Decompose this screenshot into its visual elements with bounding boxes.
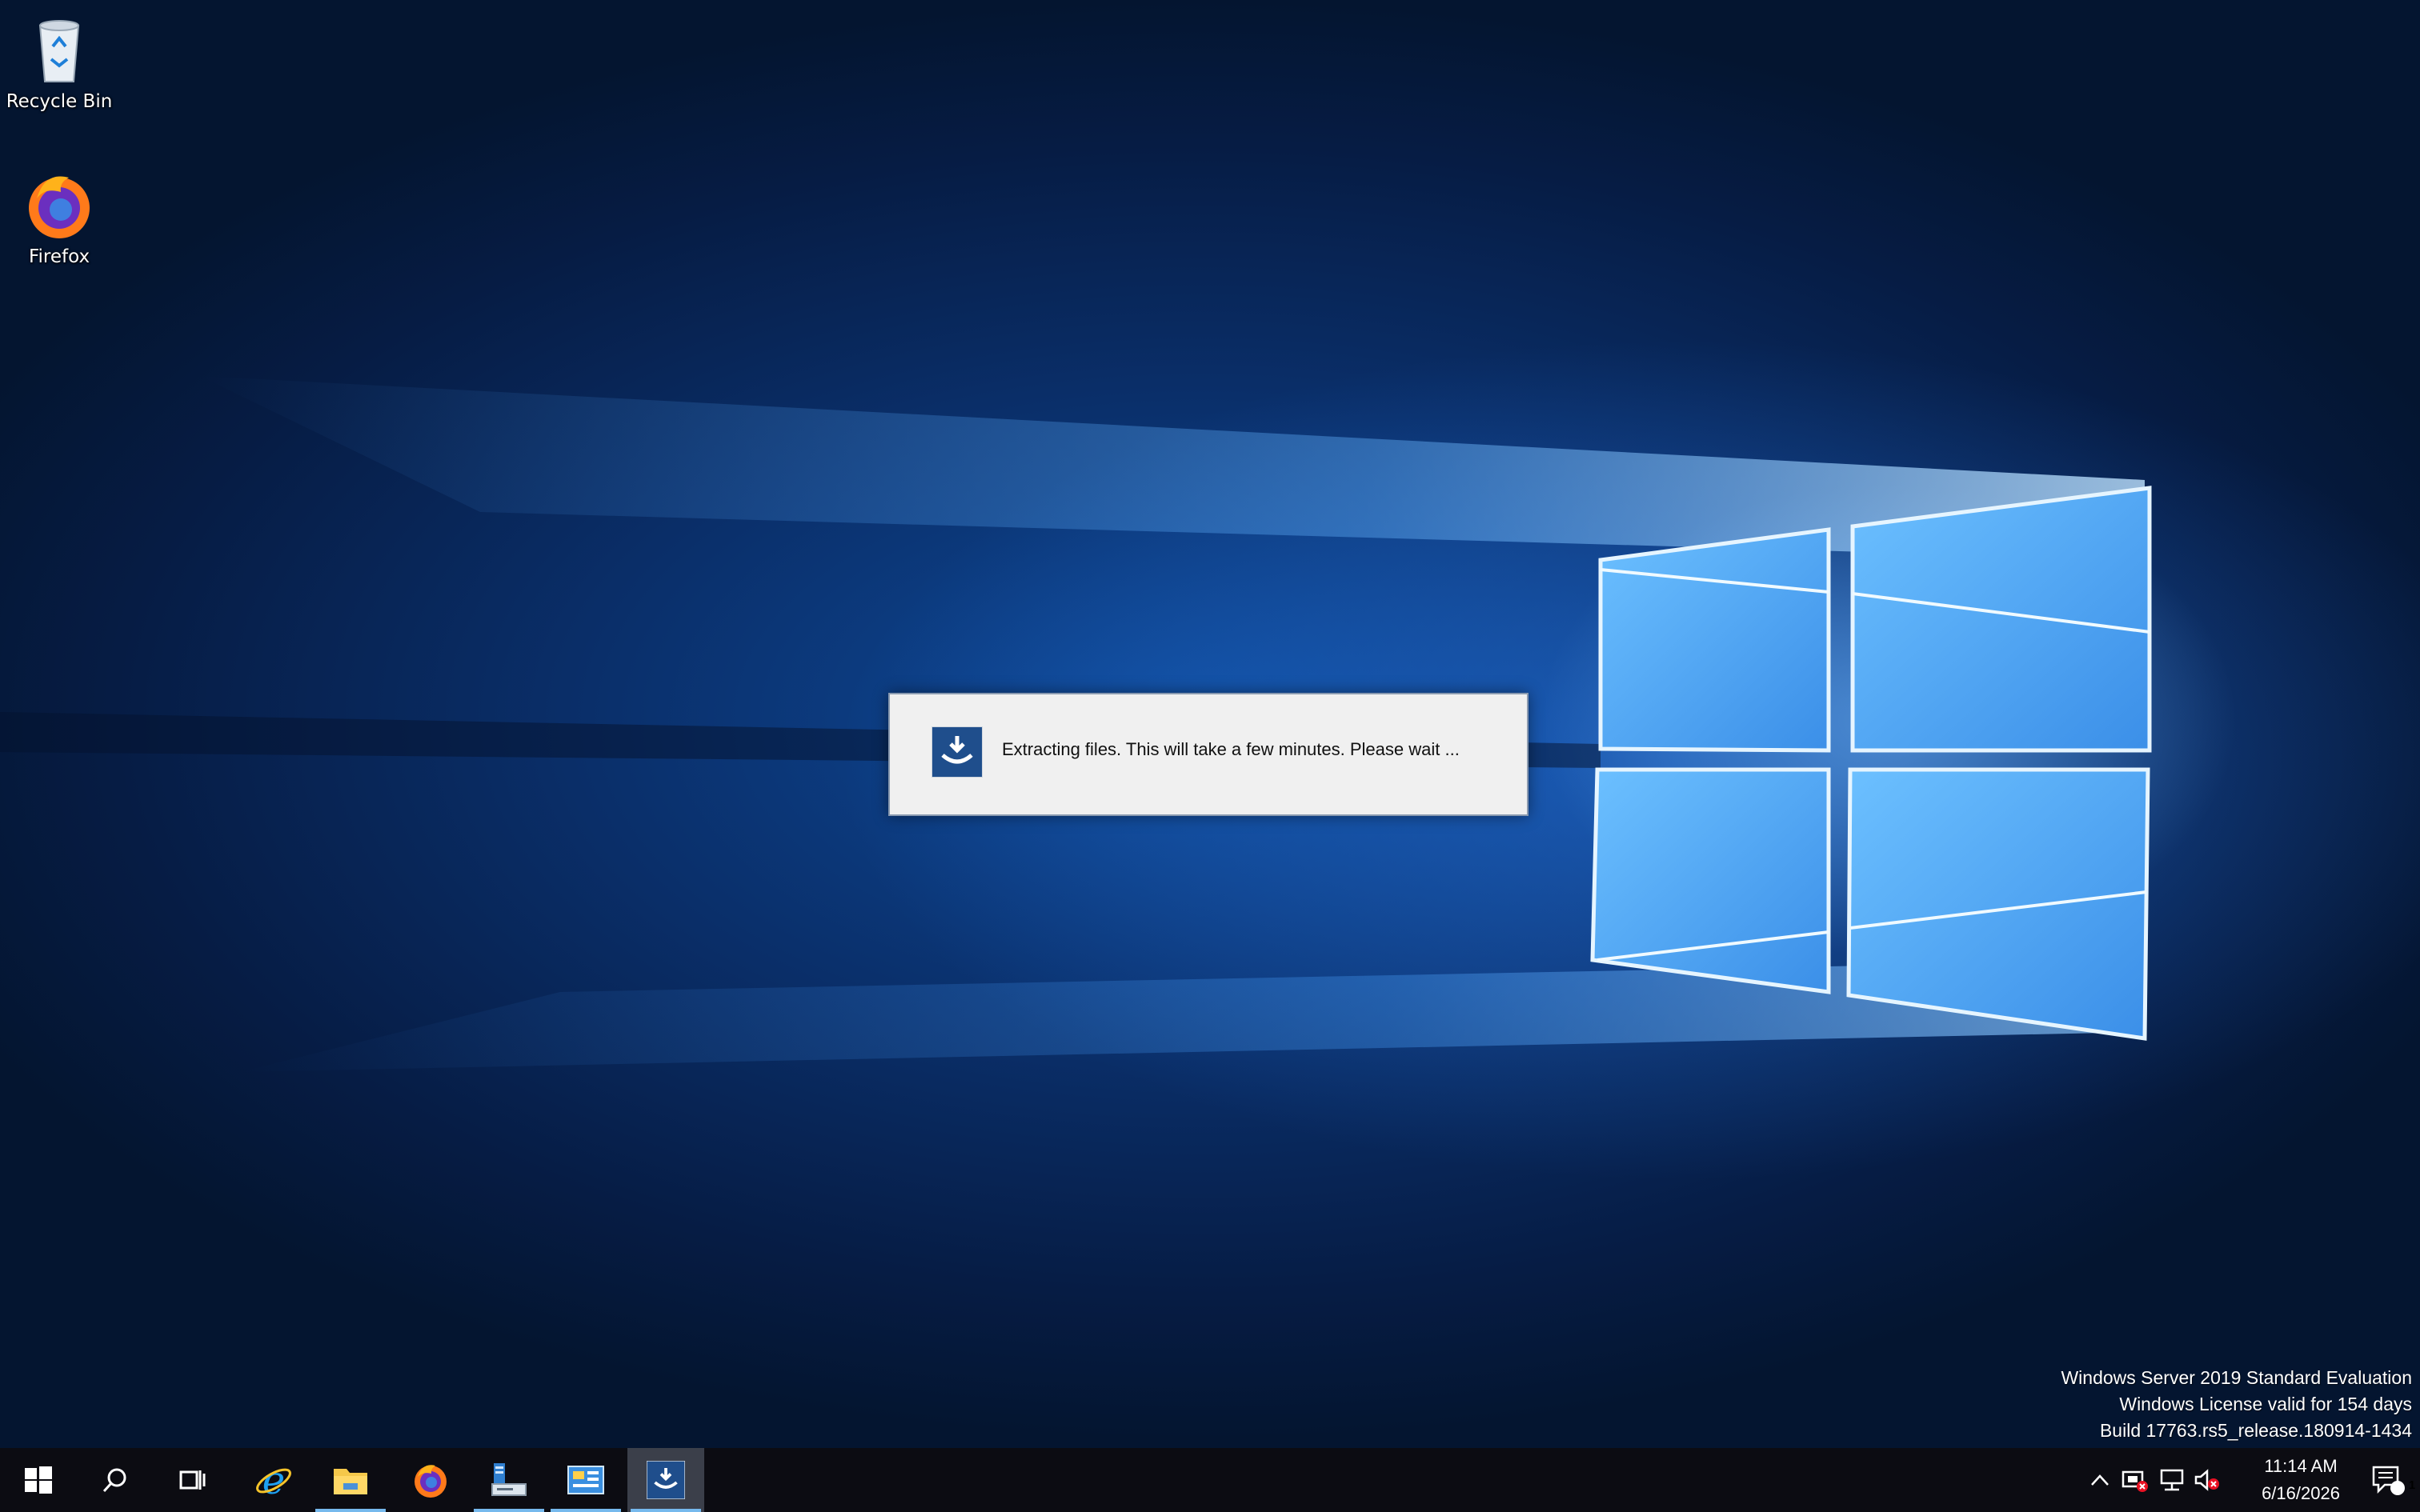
search-icon bbox=[102, 1468, 126, 1493]
tray-show-hidden-button[interactable] bbox=[2084, 1448, 2116, 1512]
taskbar-installer[interactable] bbox=[627, 1448, 704, 1512]
server-manager-icon bbox=[491, 1463, 527, 1496]
windows-logo-icon bbox=[25, 1466, 52, 1494]
taskbar-server-manager[interactable] bbox=[471, 1448, 547, 1512]
tray-volume-button[interactable] bbox=[2191, 1448, 2223, 1512]
desktop-icon-label: Firefox bbox=[28, 246, 90, 267]
control-panel-icon bbox=[567, 1466, 604, 1494]
watermark-build: Build 17763.rs5_release.180914-1434 bbox=[2099, 1420, 2412, 1441]
desktop-icon-recycle-bin[interactable]: Recycle Bin bbox=[0, 11, 118, 112]
extracting-dialog[interactable]: Extracting files. This will take a few m… bbox=[888, 693, 1529, 816]
task-view-button[interactable] bbox=[154, 1448, 230, 1512]
taskbar-firefox[interactable] bbox=[392, 1448, 469, 1512]
tray-security-button[interactable] bbox=[2119, 1448, 2151, 1512]
network-icon bbox=[2160, 1469, 2184, 1491]
firefox-icon bbox=[415, 1465, 447, 1498]
firefox-icon bbox=[29, 176, 90, 238]
desktop-icon-firefox[interactable]: Firefox bbox=[0, 166, 118, 267]
installer-icon bbox=[932, 726, 983, 778]
taskbar-clock[interactable]: 11:14 AM 6/16/2026 bbox=[2249, 1448, 2353, 1512]
desktop-icon-label: Recycle Bin bbox=[6, 91, 113, 112]
folder-icon bbox=[334, 1469, 367, 1494]
taskbar-internet-explorer[interactable]: e bbox=[235, 1448, 312, 1512]
action-center-button[interactable]: 1 bbox=[2356, 1448, 2420, 1512]
volume-muted-icon bbox=[2194, 1469, 2219, 1491]
notification-icon bbox=[2372, 1466, 2405, 1495]
watermark-license: Windows License valid for 154 days bbox=[2119, 1394, 2412, 1414]
svg-text:e: e bbox=[262, 1460, 285, 1500]
start-button[interactable] bbox=[0, 1448, 77, 1512]
dialog-message: Extracting files. This will take a few m… bbox=[1002, 739, 1460, 759]
search-button[interactable] bbox=[77, 1448, 154, 1512]
desktop[interactable]: Recycle Bin Firefox Extracting files. Th… bbox=[0, 0, 2420, 1448]
clock-date: 6/16/2026 bbox=[2262, 1483, 2340, 1503]
recycle-bin-icon bbox=[38, 20, 80, 82]
notification-badge: 1 bbox=[2408, 1478, 2416, 1492]
taskbar: e 11:14 AM 6/16/2026 1 bbox=[0, 1448, 2420, 1512]
internet-explorer-icon: e bbox=[256, 1460, 291, 1500]
installer-icon bbox=[647, 1461, 685, 1499]
taskbar-file-explorer[interactable] bbox=[312, 1448, 389, 1512]
windows-watermark: Windows Server 2019 Standard Evaluation … bbox=[2061, 1365, 2412, 1444]
security-alert-icon bbox=[2122, 1470, 2148, 1492]
chevron-up-icon bbox=[2091, 1474, 2109, 1486]
watermark-edition: Windows Server 2019 Standard Evaluation bbox=[2061, 1367, 2412, 1388]
taskbar-control-panel[interactable] bbox=[547, 1448, 624, 1512]
task-view-icon bbox=[179, 1470, 206, 1490]
clock-time: 11:14 AM bbox=[2264, 1456, 2338, 1476]
tray-network-button[interactable] bbox=[2156, 1448, 2188, 1512]
